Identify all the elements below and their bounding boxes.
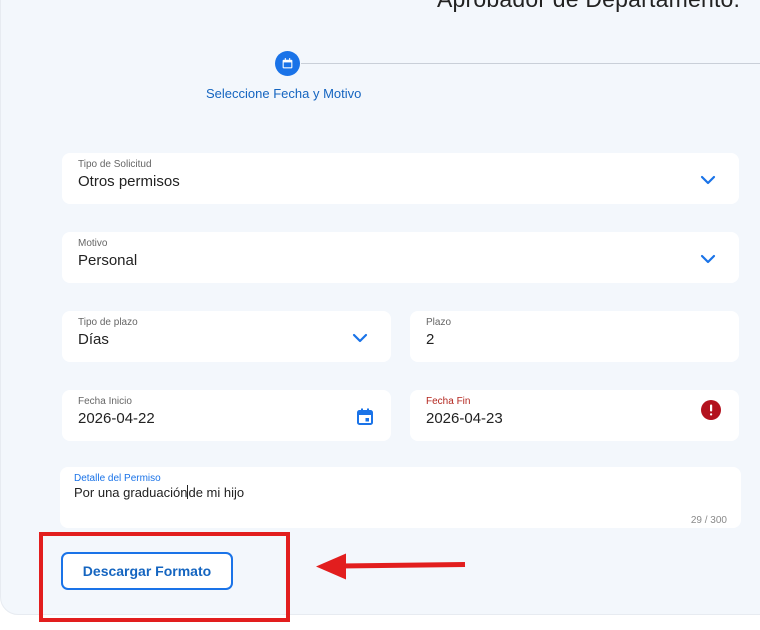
- chevron-down-icon[interactable]: [352, 333, 368, 343]
- detalle-permiso-textarea[interactable]: Detalle del Permiso Por una graduaciónde…: [60, 467, 741, 528]
- tipo-plazo-value: Días: [78, 331, 109, 348]
- fecha-fin-label: Fecha Fin: [426, 396, 471, 407]
- tipo-solicitud-label: Tipo de Solicitud: [78, 159, 152, 170]
- page-title: Aprobador de Departamento.: [437, 0, 740, 13]
- chevron-down-icon[interactable]: [700, 254, 716, 264]
- calendar-icon: [282, 58, 293, 69]
- tipo-solicitud-select[interactable]: Tipo de Solicitud Otros permisos: [62, 153, 739, 204]
- plazo-value: 2: [426, 331, 435, 348]
- plazo-input[interactable]: Plazo 2: [410, 311, 739, 362]
- error-icon: [701, 400, 721, 420]
- step-label: Seleccione Fecha y Motivo: [206, 86, 362, 101]
- chevron-down-icon[interactable]: [700, 175, 716, 185]
- motivo-value: Personal: [78, 252, 138, 269]
- fecha-inicio-label: Fecha Inicio: [78, 396, 132, 407]
- stepper-line: [301, 63, 760, 64]
- arrow-left-icon: [316, 553, 466, 580]
- motivo-label: Motivo: [78, 238, 108, 249]
- fecha-inicio-value: 2026-04-22: [78, 410, 155, 427]
- tipo-solicitud-value: Otros permisos: [78, 173, 180, 190]
- detalle-permiso-label: Detalle del Permiso: [74, 473, 161, 484]
- fecha-inicio-input[interactable]: Fecha Inicio 2026-04-22: [62, 390, 391, 441]
- tipo-plazo-label: Tipo de plazo: [78, 317, 138, 328]
- annotation-highlight-box: [39, 532, 290, 622]
- detalle-text-before-caret: Por una graduación: [74, 485, 188, 500]
- char-counter: 29 / 300: [690, 515, 727, 526]
- step-calendar-icon: [275, 51, 300, 76]
- tipo-plazo-select[interactable]: Tipo de plazo Días: [62, 311, 391, 362]
- motivo-select[interactable]: Motivo Personal: [62, 232, 739, 283]
- calendar-icon[interactable]: [357, 408, 373, 425]
- fecha-fin-input[interactable]: Fecha Fin 2026-04-23: [410, 390, 739, 441]
- fecha-fin-value: 2026-04-23: [426, 410, 503, 427]
- detalle-text-after-caret: de mi hijo: [188, 485, 245, 500]
- plazo-label: Plazo: [426, 317, 452, 328]
- detalle-permiso-value: Por una graduaciónde mi hijo: [74, 485, 244, 500]
